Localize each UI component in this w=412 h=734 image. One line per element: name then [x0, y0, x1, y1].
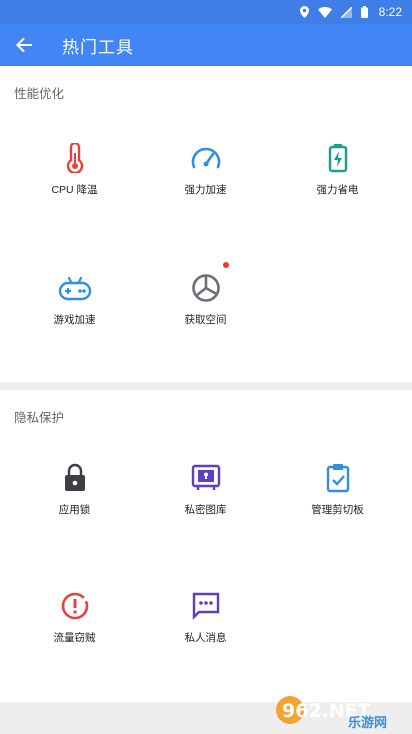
tool-label: 应用锁 [58, 504, 91, 516]
tool-label: CPU 降温 [51, 184, 98, 196]
tool-label: 强力省电 [316, 184, 359, 196]
battery-status-icon [360, 6, 368, 18]
battery-icon [318, 138, 358, 178]
clipboard-icon [318, 458, 358, 498]
tool-private-gallery[interactable]: 私密图库 [137, 458, 274, 558]
signal-icon [340, 6, 352, 18]
page-title: 热门工具 [62, 37, 134, 58]
thermometer-icon [55, 138, 95, 178]
section-title: 性能优化 [14, 86, 65, 101]
tool-label: 流量窃贼 [53, 632, 96, 644]
watermark-text: 乐游网 [348, 715, 387, 730]
watermark-logo: 962.NET 乐游网 [274, 690, 406, 731]
section-privacy: 隐私保护 应用锁 私密图库 管理剪切板 流量窃贼 私人消息 [0, 390, 412, 702]
tool-traffic-thief[interactable]: 流量窃贼 [6, 586, 143, 686]
tool-label: 管理剪切板 [311, 504, 364, 516]
back-arrow-icon [16, 38, 32, 52]
section-performance: 性能优化 CPU 降温 强力加速 强力省电 游戏加速 获取空间 [0, 66, 412, 382]
tool-label: 强力加速 [184, 184, 227, 196]
status-bar: 8:22 [0, 0, 412, 24]
tool-power-saving[interactable]: 强力省电 [269, 138, 406, 238]
wifi-icon [317, 6, 332, 18]
notification-badge [223, 262, 229, 268]
section-title: 隐私保护 [14, 410, 65, 425]
tool-label: 游戏加速 [53, 314, 96, 326]
tool-private-messages[interactable]: 私人消息 [137, 586, 274, 686]
pie-chart-icon [186, 268, 226, 308]
gamepad-icon [55, 268, 95, 308]
clock: 8:22 [378, 5, 402, 19]
lock-icon [55, 458, 95, 498]
tool-label: 私密图库 [184, 504, 227, 516]
tool-boost[interactable]: 强力加速 [137, 138, 274, 238]
private-gallery-icon [186, 458, 226, 498]
tool-game-boost[interactable]: 游戏加速 [6, 268, 143, 368]
back-button[interactable] [0, 24, 48, 66]
tool-app-lock[interactable]: 应用锁 [6, 458, 143, 558]
tool-get-space[interactable]: 获取空间 [137, 262, 274, 368]
location-icon [299, 6, 309, 18]
tool-label: 获取空间 [184, 314, 227, 326]
message-icon [186, 586, 226, 626]
tool-cpu-cooling[interactable]: CPU 降温 [6, 138, 143, 238]
alert-icon [55, 586, 95, 626]
app-bar: 热门工具 [0, 24, 412, 66]
tool-clipboard[interactable]: 管理剪切板 [269, 458, 406, 558]
tool-label: 私人消息 [184, 632, 227, 644]
speedometer-icon [186, 138, 226, 178]
